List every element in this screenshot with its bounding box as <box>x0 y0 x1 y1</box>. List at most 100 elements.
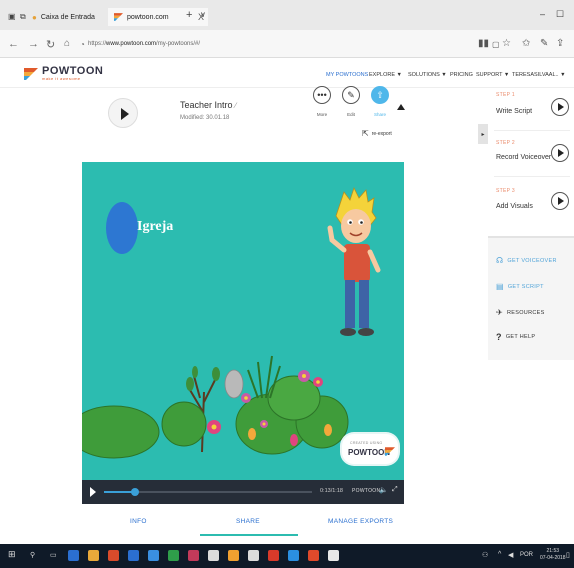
seek-track[interactable] <box>104 488 312 496</box>
step-title: Add Visuals <box>496 203 533 210</box>
get-voiceover-link[interactable]: ☊ GET VOICEOVER <box>496 256 557 265</box>
reading-view-icon[interactable]: ▮▮ <box>478 38 489 49</box>
forward-icon[interactable]: → <box>28 38 39 50</box>
get-script-link[interactable]: ▤ GET SCRIPT <box>496 282 544 291</box>
created-using-powtoon-badge[interactable]: CREATED USING POWTOON <box>342 434 398 464</box>
tab-preview-icon[interactable]: ▢ <box>492 40 500 49</box>
acrobat-app-icon[interactable] <box>268 550 279 561</box>
back-icon[interactable]: ← <box>8 38 19 50</box>
tab-label: powtoon.com <box>127 13 169 21</box>
share-arrow-icon: ⇧ <box>376 89 384 100</box>
active-tab-indicator <box>200 534 298 536</box>
fullscreen-icon[interactable]: ⤢ <box>392 486 398 494</box>
nav-explore[interactable]: EXPLORE ▼ <box>369 72 402 78</box>
lock-icon: ◔ <box>80 40 85 49</box>
excel-app-icon[interactable] <box>168 550 179 561</box>
windows-start-icon[interactable]: ⊞ <box>8 549 16 560</box>
powerpoint-app-icon[interactable] <box>308 550 319 561</box>
browser-app-icon[interactable] <box>148 550 159 561</box>
pen-icon[interactable]: ✎ <box>540 38 548 49</box>
window-icon: ▣ <box>8 12 16 21</box>
share-button[interactable]: ⇧ <box>371 86 389 104</box>
nav-solutions[interactable]: SOLUTIONS ▼ <box>408 72 447 78</box>
step-title: Write Script <box>496 108 533 115</box>
steps-panel: STEP 1 Write Script STEP 2 Record Voiceo… <box>490 88 574 228</box>
language-indicator[interactable]: POR <box>520 552 533 558</box>
divider <box>494 130 570 131</box>
add-visuals-play-button[interactable] <box>551 192 569 210</box>
nav-support[interactable]: SUPPORT ▼ <box>476 72 509 78</box>
step-number: STEP 1 <box>496 92 515 98</box>
site-header: POWTOON make it awesome MY POWTOONS EXPL… <box>0 58 574 88</box>
refresh-icon[interactable]: ↻ <box>46 38 55 51</box>
tools-panel: ☊ GET VOICEOVER ▤ GET SCRIPT ✈ RESOURCES… <box>488 236 574 360</box>
write-script-play-button[interactable] <box>551 98 569 116</box>
powtoon-title: Teacher Intro ∕ <box>180 100 237 110</box>
skype-app-icon[interactable] <box>288 550 299 561</box>
edit-label: Edit <box>347 112 355 117</box>
file-explorer-icon[interactable] <box>88 550 99 561</box>
collapse-caret-icon[interactable] <box>397 104 405 110</box>
timecode: 0:13/1:18 <box>320 488 343 494</box>
store-app-icon[interactable] <box>208 550 219 561</box>
bushes <box>82 375 349 459</box>
notifications-icon[interactable]: ▯ <box>566 551 570 559</box>
rock-shape <box>224 369 244 399</box>
word-app-icon[interactable] <box>128 550 139 561</box>
nav-my-powtoons[interactable]: MY POWTOONS <box>326 72 368 78</box>
edit-button[interactable]: ✎ <box>342 86 360 104</box>
maximize-icon[interactable]: ☐ <box>556 9 564 20</box>
share-icon[interactable]: ⇪ <box>556 38 564 49</box>
favorite-star-icon[interactable]: ☆ <box>502 38 511 49</box>
tab-share[interactable]: SHARE <box>236 518 260 525</box>
volume-icon[interactable]: 🔈 <box>379 486 388 494</box>
re-export-link[interactable]: ⇱ re-export <box>362 129 392 138</box>
resources-link[interactable]: ✈ RESOURCES <box>496 308 545 317</box>
chevron-right-icon: ▸ <box>481 131 485 138</box>
office-app-icon[interactable] <box>108 550 119 561</box>
system-clock[interactable]: 21:53 07-04-2018 <box>540 548 566 562</box>
document-icon: ▤ <box>496 282 504 291</box>
home-icon[interactable]: ⌂ <box>64 38 70 49</box>
tab-info[interactable]: INFO <box>130 518 147 525</box>
task-view-icon[interactable]: ▭ <box>50 551 57 559</box>
seek-handle[interactable] <box>131 488 140 496</box>
video-stage[interactable]: Igreja CREATED USING POWTOON <box>82 162 404 480</box>
powtoon-favicon-icon <box>114 13 123 21</box>
people-icon[interactable]: ⚇ <box>482 551 488 559</box>
more-button[interactable]: ••• <box>313 86 331 104</box>
media-app-icon[interactable] <box>188 550 199 561</box>
network-icon[interactable]: ◀ <box>508 551 513 559</box>
microphone-icon: ☊ <box>496 256 504 265</box>
tab-caixa-de-entrada[interactable]: ● Caixa de Entrada <box>32 8 102 26</box>
favorites-hub-icon[interactable]: ✩ <box>522 38 530 49</box>
mail-app-icon[interactable] <box>248 550 259 561</box>
edit-title-pencil-icon[interactable]: ∕ <box>235 101 236 110</box>
play-icon[interactable] <box>90 487 96 497</box>
tree-leaves <box>186 366 220 391</box>
tab-powtoon[interactable]: powtoon.com X <box>108 8 208 26</box>
share-label: Share <box>373 112 386 117</box>
chrome-app-icon[interactable] <box>228 550 239 561</box>
tray-chevron-icon[interactable]: ^ <box>498 551 501 558</box>
step-title: Record Voiceover <box>496 154 552 161</box>
tab-manage-exports[interactable]: MANAGE EXPORTS <box>328 518 393 525</box>
minimize-icon[interactable]: – <box>540 9 545 19</box>
edge-app-icon[interactable] <box>68 550 79 561</box>
tab-list-icon[interactable]: ∨ <box>200 10 206 19</box>
address-bar: ← → ↻ ⌂ ◔ https://www.powtoon.com/my-pow… <box>0 30 574 58</box>
panel-collapse-toggle[interactable]: ▸ <box>478 124 488 144</box>
new-tab-icon[interactable]: + <box>186 9 192 21</box>
tab-set-icon[interactable]: ⧉ <box>20 12 26 22</box>
powtoon-logo[interactable]: POWTOON make it awesome <box>24 66 103 81</box>
url-field[interactable]: https://www.powtoon.com/my-powtoons/#/ <box>88 41 200 47</box>
windows-taskbar: ⊞ ⚲ ▭ ⚇ ^ ◀ POR 21:53 07-04-2018 ▯ <box>0 544 574 568</box>
paint-app-icon[interactable] <box>328 550 339 561</box>
nav-user-menu[interactable]: TERESASILVAAL.. ▼ <box>512 72 566 78</box>
nav-pricing[interactable]: PRICING <box>450 72 473 78</box>
export-icon: ⇱ <box>362 129 369 138</box>
get-help-link[interactable]: ? GET HELP <box>496 332 535 342</box>
record-voiceover-play-button[interactable] <box>551 144 569 162</box>
search-icon[interactable]: ⚲ <box>30 551 35 559</box>
preview-play-button[interactable] <box>108 98 138 128</box>
